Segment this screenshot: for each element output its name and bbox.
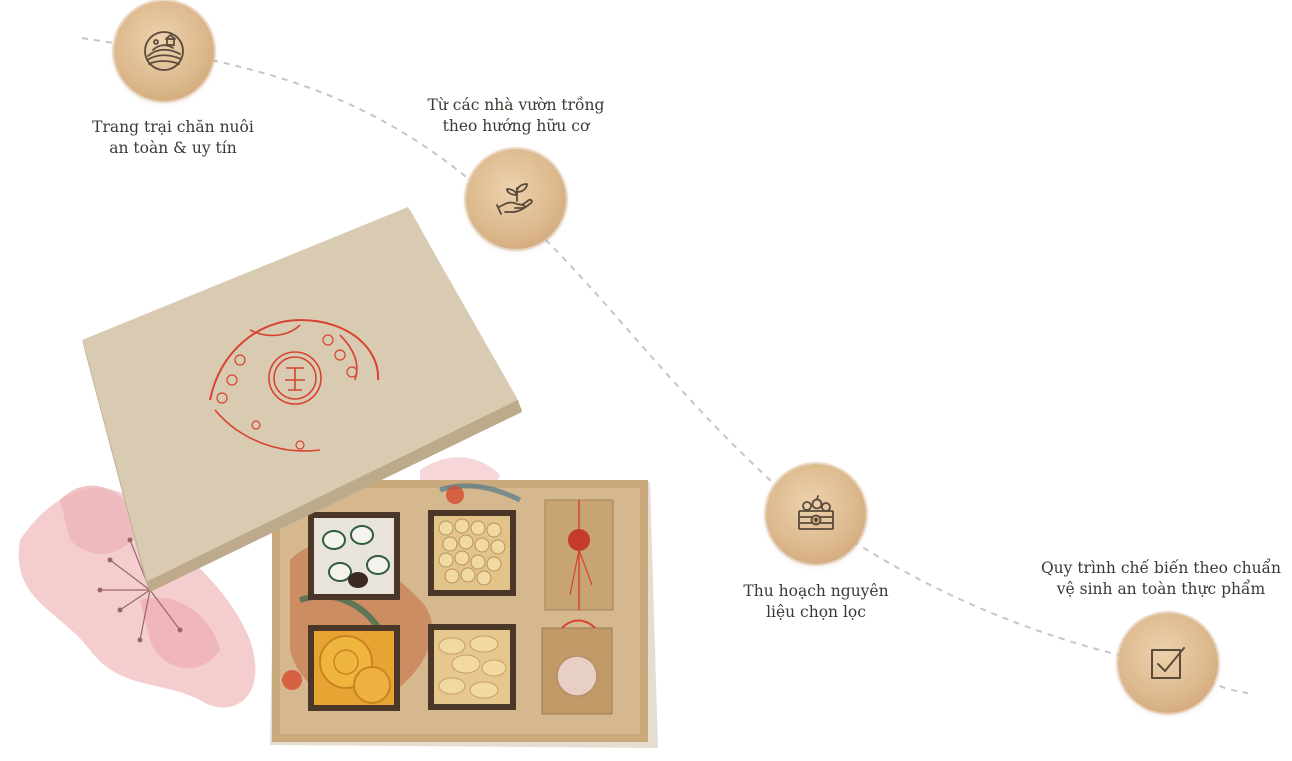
step-1-label: Trang trại chăn nuôi an toàn & uy tín (92, 118, 254, 157)
gift-box-tray (270, 480, 658, 748)
farm-field-icon (144, 31, 184, 71)
step-4-label: Quy trình chế biến theo chuẩn vệ sinh an… (1040, 559, 1282, 598)
checkbox-icon (1151, 647, 1185, 679)
step-1-icon-badge (114, 1, 214, 101)
harvest-crate-icon (798, 495, 834, 530)
step-3-label: Thu hoạch nguyên liệu chọn lọc (743, 582, 889, 621)
step-4-icon-badge (1118, 613, 1218, 713)
gift-box-image (18, 207, 658, 748)
step-3-icon-badge (766, 464, 866, 564)
step-2-label: Từ các nhà vườn trồng theo hướng hữu cơ (427, 96, 605, 135)
